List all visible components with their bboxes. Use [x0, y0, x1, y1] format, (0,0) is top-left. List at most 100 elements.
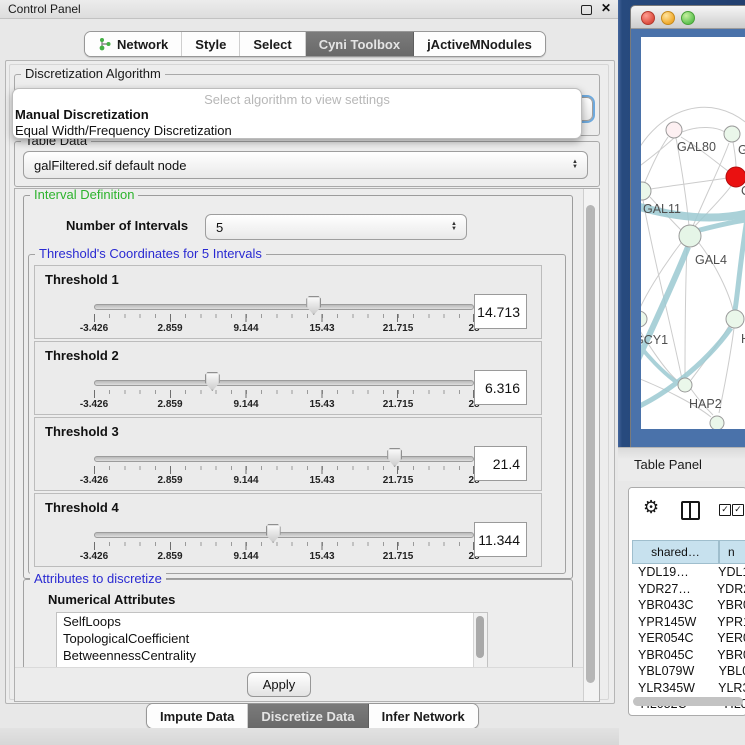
columns-icon[interactable] — [681, 501, 700, 520]
numerical-attributes-label: Numerical Attributes — [48, 592, 175, 607]
node-gal80[interactable] — [666, 122, 682, 138]
node-gal4[interactable] — [679, 225, 701, 247]
threshold-2-label: Threshold 2 — [45, 348, 119, 363]
close-traffic-light-icon[interactable] — [641, 11, 655, 25]
table-row[interactable]: YER054CYER0 — [632, 630, 745, 647]
settings-scrollbar[interactable] — [583, 189, 599, 701]
slider-track — [94, 456, 474, 462]
network-window-titlebar — [631, 6, 745, 29]
tab-jactivemnodules-label: jActiveMNodules — [427, 37, 532, 52]
tab-discretize-data[interactable]: Discretize Data — [248, 704, 368, 728]
settings-scrollpane: Interval Definition Number of Intervals … — [14, 188, 600, 702]
threshold-1-value-field[interactable]: 14.713 — [474, 294, 527, 329]
algorithm-option-equal-width[interactable]: Equal Width/Frequency Discretization — [13, 123, 581, 139]
slider-thumb[interactable] — [387, 448, 402, 467]
table-rows: YDL19…YDL1 YDR27…YDR2 YBR043CYBR0 YPR145… — [632, 564, 745, 715]
threshold-1-label: Threshold 1 — [45, 272, 119, 287]
checkbox-icon[interactable]: ✓ — [719, 504, 731, 516]
table-row[interactable]: YLR345WYLR3 — [632, 680, 745, 697]
attributes-list-scrollbar[interactable] — [473, 613, 487, 671]
tab-impute-data[interactable]: Impute Data — [147, 704, 248, 728]
stepper-icon: ▲▼ — [451, 222, 457, 232]
threshold-1-panel: Threshold 1 -3.426 2.859 9.144 15.43 21.… — [34, 265, 542, 339]
algorithm-option-manual[interactable]: Manual Discretization — [13, 107, 581, 123]
node-h[interactable] — [726, 310, 744, 328]
table-data-value: galFiltered.sif default node — [34, 158, 186, 173]
control-panel-title: Control Panel — [8, 2, 81, 16]
float-window-icon[interactable] — [581, 5, 592, 15]
tab-style[interactable]: Style — [182, 32, 240, 56]
threshold-1-slider[interactable]: -3.426 2.859 9.144 15.43 21.715 28 — [94, 300, 474, 336]
checkbox-icon[interactable]: ✓ — [732, 504, 744, 516]
interval-definition-title: Interval Definition — [30, 188, 138, 202]
slider-track — [94, 532, 474, 538]
node-label-g-partial: G — [738, 143, 745, 157]
table-row[interactable]: YPR145WYPR1 — [632, 614, 745, 631]
table-data-group: Table Data galFiltered.sif default node … — [14, 141, 600, 187]
list-item[interactable]: BetweennessCentrality — [57, 647, 487, 664]
node-hap2[interactable] — [678, 378, 692, 392]
minimize-traffic-light-icon[interactable] — [661, 11, 675, 25]
table-toolbar: ⚙ ✓ ✓ — [629, 488, 745, 536]
tab-network-label: Network — [117, 37, 168, 52]
table-row[interactable]: YBL079WYBL0 — [632, 663, 745, 680]
table-panel: ⚙ ✓ ✓ shared… n YDL19…YDL1 YDR27…YDR2 YB… — [628, 487, 745, 716]
numerical-attributes-list[interactable]: SelfLoops TopologicalCoefficient Between… — [56, 612, 488, 672]
network-canvas[interactable]: GAL80 G C GAL11 GAL4 GCY1 H HAP2 — [641, 37, 745, 429]
slider-track — [94, 380, 474, 386]
tab-infer-network-label: Infer Network — [382, 709, 465, 724]
interval-definition-group: Interval Definition Number of Intervals … — [23, 195, 573, 579]
threshold-4-panel: Threshold 4 -3.426 2.859 9.144 21.715 15… — [34, 493, 542, 567]
threshold-2-value-field[interactable]: 6.316 — [474, 370, 527, 405]
table-row[interactable]: YDR27…YDR2 — [632, 581, 745, 598]
threshold-3-slider[interactable]: -3.426 2.859 9.144 15.43 21.715 28 — [94, 452, 474, 488]
num-intervals-value: 5 — [216, 220, 223, 235]
list-item[interactable]: TopologicalCoefficient — [57, 630, 487, 647]
threshold-4-label: Threshold 4 — [45, 500, 119, 515]
tab-style-label: Style — [195, 37, 226, 52]
slider-thumb[interactable] — [266, 524, 281, 543]
table-row[interactable]: YDL19…YDL1 — [632, 564, 745, 581]
threshold-2-slider[interactable]: -3.426 2.859 9.144 15.43 21.715 28 — [94, 376, 474, 412]
threshold-4-value-field[interactable]: 11.344 — [474, 522, 527, 557]
num-intervals-combobox[interactable]: 5 ▲▼ — [205, 214, 467, 240]
node-top-right[interactable] — [724, 126, 740, 142]
tab-cyni-toolbox[interactable]: Cyni Toolbox — [306, 32, 414, 56]
table-row[interactable]: YBR043CYBR0 — [632, 597, 745, 614]
slider-thumb[interactable] — [205, 372, 220, 391]
cyni-bottom-tabs: Impute Data Discretize Data Infer Networ… — [146, 703, 479, 729]
apply-button[interactable]: Apply — [247, 672, 311, 697]
column-header-name[interactable]: n — [719, 540, 745, 564]
app-root: Control Panel ✕ Network Style Select Cyn… — [0, 0, 745, 745]
close-icon[interactable]: ✕ — [601, 1, 611, 15]
node-label-gcy1: GCY1 — [641, 333, 668, 347]
threshold-3-value-field[interactable]: 21.4 — [474, 446, 527, 481]
list-item[interactable]: SelfLoops — [57, 613, 487, 630]
network-window: GAL80 G C GAL11 GAL4 GCY1 H HAP2 — [630, 5, 745, 449]
tab-network[interactable]: Network — [85, 32, 182, 56]
tab-select[interactable]: Select — [240, 32, 305, 56]
slider-scale: -3.426 2.859 9.144 21.715 15.43 28 — [94, 551, 474, 563]
tab-infer-network[interactable]: Infer Network — [369, 704, 478, 728]
tab-jactivemnodules[interactable]: jActiveMNodules — [414, 32, 545, 56]
table-data-combobox[interactable]: galFiltered.sif default node ▲▼ — [23, 151, 588, 179]
tab-select-label: Select — [253, 37, 291, 52]
algorithm-group-title: Discretization Algorithm — [21, 67, 165, 81]
slider-thumb[interactable] — [306, 296, 321, 315]
node-label-c-partial: C — [741, 184, 745, 198]
network-icon — [98, 37, 112, 51]
node-gcy1[interactable] — [641, 311, 647, 327]
tab-discretize-data-label: Discretize Data — [261, 709, 354, 724]
zoom-traffic-light-icon[interactable] — [681, 11, 695, 25]
gear-icon[interactable]: ⚙ — [643, 497, 659, 518]
node-bottom[interactable] — [710, 416, 724, 429]
threshold-4-slider[interactable]: -3.426 2.859 9.144 21.715 15.43 28 — [94, 528, 474, 564]
slider-scale: -3.426 2.859 9.144 15.43 21.715 28 — [94, 323, 474, 335]
table-horizontal-scrollbar[interactable] — [633, 697, 743, 706]
column-header-shared[interactable]: shared… — [632, 540, 719, 564]
attributes-group-title: Attributes to discretize — [30, 572, 166, 586]
table-header-row: shared… n — [632, 540, 745, 564]
thresholds-group: Threshold's Coordinates for 5 Intervals … — [28, 254, 566, 574]
table-row[interactable]: YBR045CYBR0 — [632, 647, 745, 664]
node-gal11[interactable] — [641, 182, 651, 200]
